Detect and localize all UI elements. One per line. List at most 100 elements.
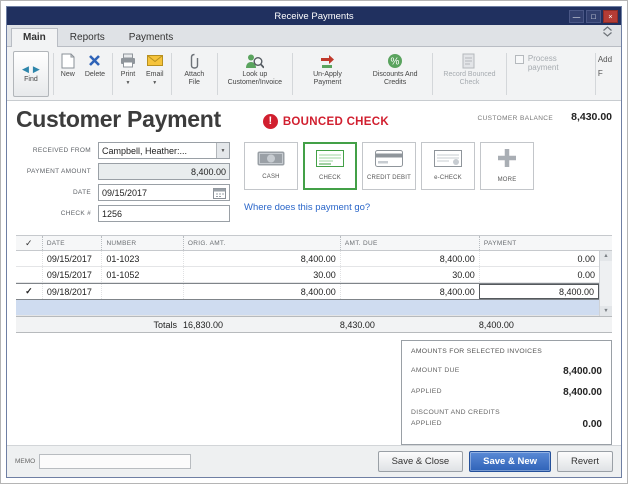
- close-button[interactable]: ×: [603, 9, 618, 23]
- echeck-icon: [434, 149, 462, 172]
- alert-icon: !: [262, 114, 278, 129]
- scroll-up-icon[interactable]: ▲: [600, 251, 612, 261]
- summary-title: AMOUNTS FOR SELECTED INVOICES: [411, 348, 543, 355]
- cash-bill-icon: [257, 151, 285, 171]
- applied-label: APPLIED: [411, 388, 442, 396]
- totals-row: Totals 16,830.00 8,430.00 8,400.00: [16, 316, 612, 333]
- table-row-selected[interactable]: ✓ 09/18/2017 8,400.00 8,400.00 8,400.00: [16, 283, 599, 300]
- footer-buttons: Save & Close Save & New Revert: [377, 451, 613, 472]
- check-number-value: 1256: [102, 208, 123, 219]
- memo-input[interactable]: [39, 454, 192, 469]
- table-scrollbar[interactable]: ▲ ▼: [599, 251, 612, 316]
- amount-due-label: AMOUNT DUE: [411, 367, 460, 375]
- unapply-arrow-icon: [319, 52, 335, 69]
- check-number-field: CHECK # 1256: [16, 205, 230, 222]
- print-button[interactable]: Print ▼: [115, 50, 141, 98]
- check-document-icon: [316, 149, 344, 172]
- row-amt-due: 8,400.00: [339, 284, 479, 299]
- received-from-select[interactable]: Campbell, Heather:... ▼: [98, 142, 230, 159]
- save-new-button[interactable]: Save & New: [469, 451, 552, 472]
- form-fields: RECEIVED FROM Campbell, Heather:... ▼ PA…: [16, 142, 230, 226]
- lookup-customer-button[interactable]: Look up Customer/Invoice: [220, 50, 289, 98]
- process-payment-label: Process payment: [527, 54, 559, 72]
- table-row-empty[interactable]: [16, 300, 599, 316]
- where-payment-goes-link[interactable]: Where does this payment go?: [244, 202, 534, 213]
- save-close-button[interactable]: Save & Close: [377, 451, 464, 472]
- date-field: DATE 09/15/2017: [16, 184, 230, 201]
- unapply-payment-button[interactable]: Un-Apply Payment: [295, 50, 361, 98]
- email-dropdown-icon[interactable]: ▼: [152, 81, 157, 86]
- minimize-button[interactable]: —: [569, 9, 584, 23]
- echeck-label: e-CHECK: [434, 174, 462, 181]
- unapply-payment-label: Un-Apply Payment: [313, 71, 342, 87]
- email-button[interactable]: Email ▼: [141, 50, 169, 98]
- col-header-payment[interactable]: PAYMENT: [478, 236, 599, 250]
- row-check-cell[interactable]: [16, 267, 42, 282]
- selected-invoices-summary: AMOUNTS FOR SELECTED INVOICES AMOUNT DUE…: [401, 340, 612, 445]
- process-payment-checkbox-group[interactable]: Process payment: [509, 50, 593, 98]
- delete-button[interactable]: Delete: [80, 50, 110, 98]
- received-from-field: RECEIVED FROM Campbell, Heather:... ▼: [16, 142, 230, 159]
- col-header-amt-due[interactable]: AMT. DUE: [339, 236, 479, 250]
- table-header: ✓ DATE NUMBER ORIG. AMT. AMT. DUE PAYMEN…: [16, 235, 612, 251]
- print-dropdown-icon[interactable]: ▼: [126, 81, 131, 86]
- tab-main[interactable]: Main: [11, 28, 58, 47]
- collapse-ribbon-icon[interactable]: [598, 24, 617, 46]
- page-title: Customer Payment: [16, 106, 221, 132]
- record-bounced-check-button[interactable]: Record Bounced Check: [435, 50, 504, 98]
- overflow-label-top[interactable]: Add: [598, 55, 617, 64]
- overflow-label-bottom[interactable]: F: [598, 69, 617, 78]
- table-row[interactable]: 09/15/2017 01-1052 30.00 30.00 0.00: [16, 267, 599, 283]
- row-date: 09/15/2017: [41, 267, 102, 282]
- tab-payments[interactable]: Payments: [117, 28, 185, 46]
- table-row[interactable]: 09/15/2017 01-1023 8,400.00 8,400.00 0.0…: [16, 251, 599, 267]
- row-amt-due: 8,400.00: [339, 251, 479, 266]
- select-all-check-icon[interactable]: ✓: [16, 236, 42, 250]
- col-header-number[interactable]: NUMBER: [101, 236, 182, 250]
- row-number: 01-1023: [101, 251, 182, 266]
- payment-method-cash[interactable]: CASH: [244, 142, 298, 190]
- delete-x-icon: [88, 52, 101, 69]
- scroll-down-icon[interactable]: ▼: [600, 306, 612, 316]
- check-number-input[interactable]: 1256: [98, 205, 230, 222]
- payment-edit-cell[interactable]: 8,400.00: [478, 284, 599, 299]
- date-label: DATE: [72, 189, 91, 196]
- date-input[interactable]: 09/15/2017: [98, 184, 230, 201]
- find-button[interactable]: ◀ ▶ Find: [13, 51, 49, 97]
- row-check-cell[interactable]: ✓: [16, 284, 42, 299]
- discounts-credits-button[interactable]: % Discounts And Credits: [360, 50, 429, 98]
- credit-debit-label: CREDIT DEBIT: [367, 174, 411, 181]
- toolbar-divider: [291, 53, 293, 95]
- envelope-icon: [146, 52, 163, 69]
- calendar-icon[interactable]: [213, 187, 226, 199]
- totals-amt-due: 8,430.00: [339, 319, 375, 330]
- payment-amount-value: 8,400.00: [190, 166, 226, 177]
- revert-button[interactable]: Revert: [557, 451, 613, 472]
- receive-payments-window: Receive Payments — □ × Main Reports Paym…: [6, 6, 622, 478]
- check-label: CHECK: [318, 174, 341, 181]
- payment-method-check[interactable]: CHECK: [303, 142, 357, 190]
- chevron-down-icon[interactable]: ▼: [216, 143, 229, 158]
- totals-payment: 8,400.00: [478, 319, 514, 330]
- payment-method-echeck[interactable]: e-CHECK: [421, 142, 475, 190]
- row-check-cell[interactable]: [16, 251, 42, 266]
- plus-icon: [496, 147, 518, 174]
- payment-method-more[interactable]: MORE: [480, 142, 534, 190]
- maximize-button[interactable]: □: [586, 9, 601, 23]
- tab-reports[interactable]: Reports: [58, 28, 117, 46]
- discount-label: DISCOUNT AND CREDITS APPLIED: [411, 409, 500, 427]
- row-orig-amt: 8,400.00: [182, 251, 340, 266]
- process-payment-checkbox[interactable]: [515, 55, 524, 64]
- customer-balance-label: CUSTOMER BALANCE: [477, 115, 554, 122]
- forward-arrow-icon: ▶: [32, 63, 40, 74]
- customer-balance-value: 8,430.00: [571, 111, 612, 123]
- col-header-date[interactable]: DATE: [41, 236, 102, 250]
- attach-file-button[interactable]: Attach File: [173, 50, 215, 98]
- memo-label: MEMO: [15, 458, 36, 465]
- col-header-orig-amt[interactable]: ORIG. AMT.: [182, 236, 340, 250]
- payment-amount-input[interactable]: 8,400.00: [98, 163, 230, 180]
- payment-method-credit-debit[interactable]: CREDIT DEBIT: [362, 142, 416, 190]
- new-button[interactable]: New: [56, 50, 80, 98]
- row-date: 09/18/2017: [41, 284, 102, 299]
- person-magnifier-icon: [245, 52, 265, 69]
